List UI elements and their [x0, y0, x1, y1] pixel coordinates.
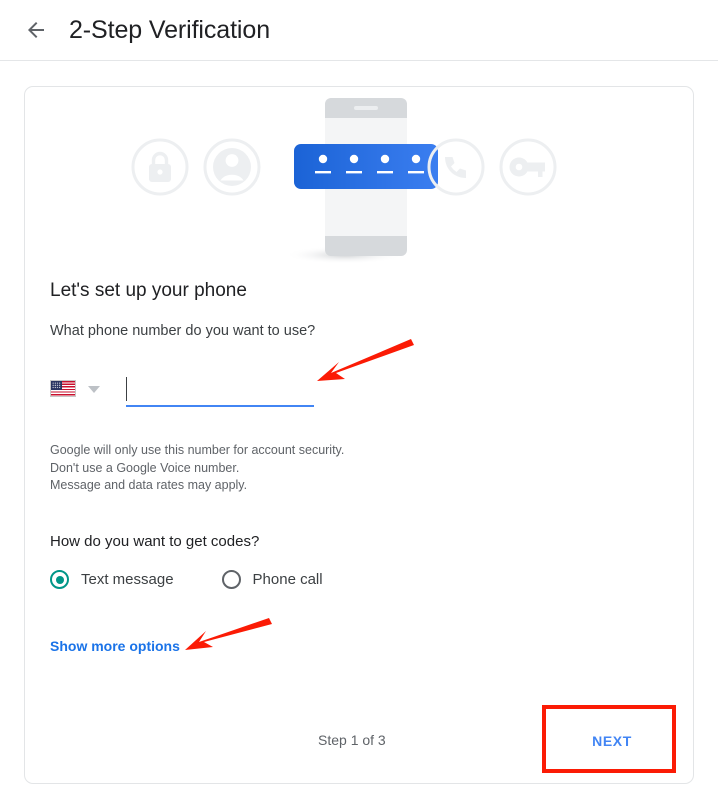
helper-line-1: Google will only use this number for acc…	[50, 443, 345, 457]
code-delivery-options: Text message Phone call	[50, 570, 323, 589]
radio-option-phone-call[interactable]: Phone call	[221, 570, 323, 589]
lock-icon	[131, 138, 189, 196]
input-focus-underline	[126, 405, 314, 407]
arrow-left-icon	[28, 22, 44, 38]
two-step-verification-illustration	[25, 87, 693, 267]
radio-label-phone-call: Phone call	[252, 571, 323, 588]
helper-text: Google will only use this number for acc…	[50, 442, 344, 495]
section-title: Let's set up your phone	[50, 280, 247, 301]
us-flag-icon[interactable]	[50, 380, 76, 397]
next-button[interactable]: NEXT	[547, 710, 677, 772]
text-cursor	[126, 377, 128, 401]
key-icon	[499, 138, 557, 196]
radio-button-unselected[interactable]	[221, 570, 241, 589]
phone-number-question: What phone number do you want to use?	[50, 323, 316, 339]
phone-device	[285, 98, 438, 264]
radio-option-text-message[interactable]: Text message	[50, 570, 174, 589]
chevron-down-icon[interactable]	[88, 386, 100, 393]
get-codes-question: How do you want to get codes?	[50, 533, 260, 550]
step-indicator: Step 1 of 3	[318, 732, 386, 748]
helper-line-3: Message and data rates may apply.	[50, 478, 248, 492]
page-title: 2-Step Verification	[69, 15, 270, 44]
radio-button-selected[interactable]	[50, 570, 69, 589]
app-header: 2-Step Verification	[0, 0, 718, 61]
helper-line-2: Don't use a Google Voice number.	[50, 460, 240, 475]
show-more-options-link[interactable]: Show more options	[50, 638, 180, 654]
setup-card: Let's set up your phone What phone numbe…	[24, 86, 694, 784]
person-icon	[203, 138, 261, 196]
phone-number-input[interactable]	[126, 375, 314, 407]
phone-input-row	[50, 375, 350, 411]
radio-label-text-message: Text message	[81, 571, 174, 588]
back-button[interactable]	[16, 10, 56, 50]
